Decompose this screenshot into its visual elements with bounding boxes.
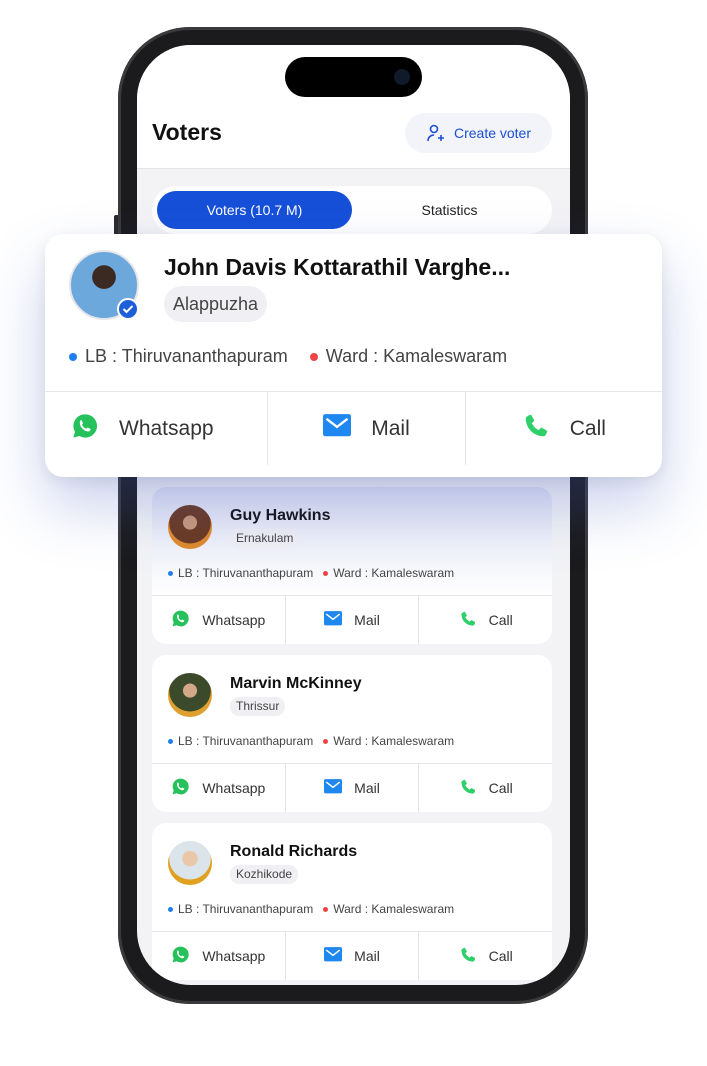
lb-dot xyxy=(168,907,173,913)
contact-actions: Whatsapp Mail Call xyxy=(152,931,552,980)
call-icon xyxy=(459,610,477,631)
tab-statistics[interactable]: Statistics xyxy=(352,191,547,229)
tab-bar: Voters (10.7 M) Statistics xyxy=(152,186,552,234)
voter-info: LB : Thiruvananthapuram Ward : Kamaleswar… xyxy=(168,566,454,580)
call-icon xyxy=(459,778,477,799)
app-header: Voters Create voter xyxy=(137,45,570,169)
mail-icon xyxy=(323,414,352,442)
contact-actions: Whatsapp Mail Call xyxy=(152,763,552,812)
lb-dot xyxy=(168,739,173,745)
lb-info: LB : Thiruvananthapuram xyxy=(168,902,313,916)
whatsapp-button[interactable]: Whatsapp xyxy=(45,392,269,465)
ward-dot xyxy=(323,907,329,913)
voter-card[interactable]: Marvin McKinney Thrissur LB : Thiruvanan… xyxy=(152,655,552,812)
lb-text: LB : Thiruvananthapuram xyxy=(178,734,314,748)
district-chip: Ernakulam xyxy=(230,529,300,548)
mail-label: Mail xyxy=(354,780,380,796)
call-label: Call xyxy=(488,780,513,796)
ward-info: Ward : Kamaleswaram xyxy=(323,566,454,580)
dynamic-island xyxy=(285,57,422,97)
voter-card[interactable]: Ronald Richards Kozhikode LB : Thiruvana… xyxy=(152,823,552,980)
district-chip: Thrissur xyxy=(230,697,286,716)
call-icon xyxy=(459,946,477,967)
avatar xyxy=(168,673,212,717)
whatsapp-icon xyxy=(71,412,99,446)
create-voter-button[interactable]: Create voter xyxy=(405,113,552,153)
mail-icon xyxy=(324,947,343,964)
mail-icon xyxy=(324,779,343,796)
mail-label: Mail xyxy=(354,948,380,964)
district-chip: Kozhikode xyxy=(230,865,299,884)
ward-text: Ward : Kamaleswaram xyxy=(333,902,455,916)
whatsapp-icon xyxy=(171,609,190,631)
contact-actions: Whatsapp Mail Call xyxy=(45,391,662,465)
whatsapp-icon xyxy=(171,945,190,967)
ward-text: Ward : Kamaleswaram xyxy=(333,734,455,748)
whatsapp-icon xyxy=(171,777,190,799)
lb-info: LB : Thiruvananthapuram xyxy=(69,346,288,367)
ward-dot xyxy=(323,739,329,745)
lb-text: LB : Thiruvananthapuram xyxy=(85,346,288,366)
call-button[interactable]: Call xyxy=(466,392,662,465)
voter-info: LB : Thiruvananthapuram Ward : Kamaleswa… xyxy=(69,346,507,367)
lb-info: LB : Thiruvananthapuram xyxy=(168,566,313,580)
call-label: Call xyxy=(488,612,513,628)
mail-button[interactable]: Mail xyxy=(286,932,420,980)
mail-label: Mail xyxy=(371,416,410,440)
voter-card[interactable]: Guy Hawkins Ernakulam LB : Thiruvanantha… xyxy=(152,487,552,644)
featured-voter-card[interactable]: John Davis Kottarathil Varghe... Alappuz… xyxy=(45,234,662,477)
verified-badge-icon xyxy=(117,298,139,320)
contact-actions: Whatsapp Mail Call xyxy=(152,595,552,644)
ward-text: Ward : Kamaleswaram xyxy=(333,566,455,580)
voter-info: LB : Thiruvananthapuram Ward : Kamaleswar… xyxy=(168,902,454,916)
lb-dot xyxy=(69,353,77,362)
mail-label: Mail xyxy=(354,612,380,628)
call-button[interactable]: Call xyxy=(419,932,552,980)
call-button[interactable]: Call xyxy=(419,764,552,812)
ward-dot xyxy=(323,571,329,577)
mail-button[interactable]: Mail xyxy=(286,596,420,644)
voter-info: LB : Thiruvananthapuram Ward : Kamaleswar… xyxy=(168,734,454,748)
voter-name: Ronald Richards xyxy=(230,843,358,860)
voter-name: Marvin McKinney xyxy=(230,675,362,692)
lb-text: LB : Thiruvananthapuram xyxy=(178,566,314,580)
ward-info: Ward : Kamaleswaram xyxy=(323,734,454,748)
call-button[interactable]: Call xyxy=(419,596,552,644)
add-user-icon xyxy=(427,124,444,142)
whatsapp-label: Whatsapp xyxy=(202,948,266,964)
whatsapp-label: Whatsapp xyxy=(202,780,266,796)
create-voter-label: Create voter xyxy=(453,125,532,141)
phone-screen: Voters Create voter Voters (10.7 M) Stat… xyxy=(137,45,570,985)
ward-info: Ward : Kamaleswaram xyxy=(309,346,508,367)
call-icon xyxy=(522,412,550,446)
ward-text: Ward : Kamaleswaram xyxy=(325,346,508,366)
mail-button[interactable]: Mail xyxy=(268,392,466,465)
tab-voters[interactable]: Voters (10.7 M) xyxy=(157,191,352,229)
ward-dot xyxy=(309,353,318,362)
camera-icon xyxy=(394,69,410,85)
ward-info: Ward : Kamaleswaram xyxy=(323,902,454,916)
avatar xyxy=(168,505,212,549)
whatsapp-label: Whatsapp xyxy=(202,612,266,628)
phone-frame: Voters Create voter Voters (10.7 M) Stat… xyxy=(118,27,588,1004)
lb-dot xyxy=(168,571,173,577)
district-chip: Alappuzha xyxy=(164,286,268,322)
page-title: Voters xyxy=(152,119,222,145)
avatar xyxy=(168,841,212,885)
lb-text: LB : Thiruvananthapuram xyxy=(178,902,314,916)
whatsapp-label: Whatsapp xyxy=(119,416,214,440)
call-label: Call xyxy=(569,416,606,440)
voter-name: John Davis Kottarathil Varghe... xyxy=(164,254,511,280)
whatsapp-button[interactable]: Whatsapp xyxy=(152,596,286,644)
whatsapp-button[interactable]: Whatsapp xyxy=(152,932,286,980)
call-label: Call xyxy=(488,948,513,964)
whatsapp-button[interactable]: Whatsapp xyxy=(152,764,286,812)
lb-info: LB : Thiruvananthapuram xyxy=(168,734,313,748)
voter-name: Guy Hawkins xyxy=(230,507,331,524)
mail-button[interactable]: Mail xyxy=(286,764,420,812)
mail-icon xyxy=(324,611,343,628)
